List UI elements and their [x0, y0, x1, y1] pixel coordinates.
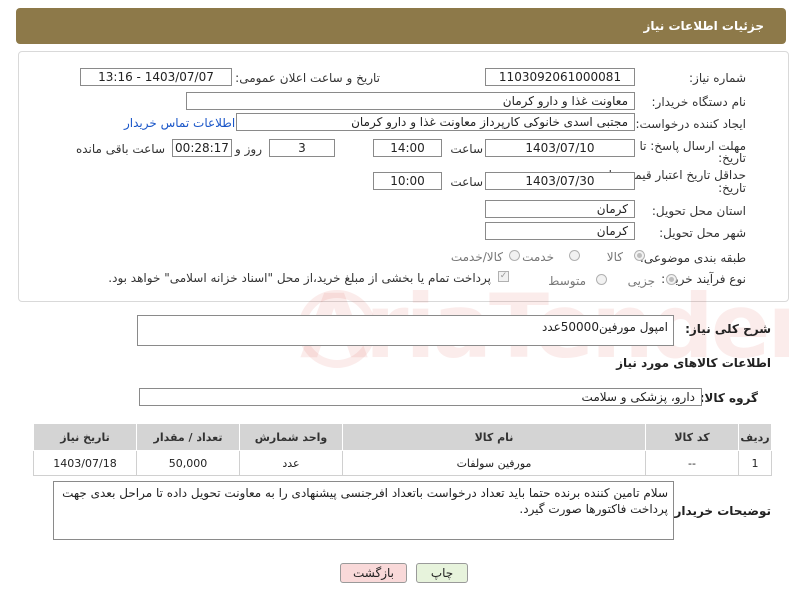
goods-group-field[interactable]: دارو، پزشکی و سلامت — [139, 388, 702, 406]
goods-group-label: گروه کالا: — [699, 391, 758, 405]
city-label: شهر محل تحویل: — [659, 226, 746, 240]
cell-row: 1 — [738, 450, 772, 476]
cell-unit: عدد — [239, 450, 343, 476]
category-both-label: کالا/خدمت — [450, 250, 503, 264]
category-goods-label: کالا — [606, 250, 623, 264]
treasury-payment-note: پرداخت تمام یا بخشی از مبلغ خرید،از محل … — [108, 271, 491, 285]
price-validity-date-field[interactable]: 1403/07/30 — [485, 172, 635, 190]
col-row: ردیف — [738, 423, 772, 451]
buyer-org-label: نام دستگاه خریدار: — [651, 95, 747, 109]
print-button[interactable]: چاپ — [416, 563, 468, 583]
reply-time-field[interactable]: 14:00 — [373, 139, 442, 157]
category-goods-radio[interactable] — [634, 250, 645, 261]
remaining-time-field[interactable]: 00:28:17 — [172, 139, 232, 157]
summary-field[interactable]: امپول مورفین50000عدد — [137, 315, 674, 346]
process-medium-radio[interactable] — [596, 274, 607, 285]
goods-table: ردیف کد کالا نام کالا واحد شمارش تعداد /… — [33, 423, 772, 476]
province-field[interactable]: کرمان — [485, 200, 635, 218]
price-validity-time-field[interactable]: 10:00 — [373, 172, 442, 190]
city-field[interactable]: کرمان — [485, 222, 635, 240]
cell-name: مورفین سولفات — [342, 450, 646, 476]
price-validity-time-label: ساعت — [450, 175, 483, 189]
category-both-radio[interactable] — [509, 250, 520, 261]
need-number-label: شماره نیاز: — [689, 71, 746, 85]
creator-field[interactable]: مجتبی اسدی خانوکی کارپرداز معاونت غذا و … — [236, 113, 635, 131]
process-medium-label: متوسط — [548, 274, 586, 288]
remaining-label: ساعت باقی مانده — [75, 142, 165, 156]
col-name: نام کالا — [342, 423, 646, 451]
buyer-notes-field[interactable]: سلام تامین کننده برنده حتما باید تعداد د… — [53, 481, 674, 540]
page-title: جزئیات اطلاعات نیاز — [643, 19, 764, 33]
reply-deadline-label-2: تاریخ: — [718, 151, 746, 165]
process-minor-label: جزیی — [627, 274, 655, 288]
days-label: روز و — [235, 142, 262, 156]
buyer-notes-label: توضیحات خریدار: — [669, 504, 771, 518]
cell-code: -- — [645, 450, 739, 476]
cell-date: 1403/07/18 — [33, 450, 137, 476]
col-qty: تعداد / مقدار — [136, 423, 240, 451]
table-row: 1 -- مورفین سولفات عدد 50,000 1403/07/18 — [33, 450, 772, 476]
category-label: طبقه بندی موضوعی: — [639, 251, 746, 265]
reply-days-field[interactable]: 3 — [269, 139, 335, 157]
buyer-org-field[interactable]: معاونت غذا و دارو کرمان — [186, 92, 635, 110]
treasury-payment-checkbox[interactable]: ✓ — [498, 271, 509, 282]
col-unit: واحد شمارش — [239, 423, 343, 451]
process-minor-radio[interactable] — [666, 274, 677, 285]
announce-field[interactable]: 1403/07/07 - 13:16 — [80, 68, 232, 86]
category-service-radio[interactable] — [569, 250, 580, 261]
col-date: تاریخ نیاز — [33, 423, 137, 451]
need-number-field[interactable]: 1103092061000081 — [485, 68, 635, 86]
col-code: کد کالا — [645, 423, 739, 451]
reply-date-field[interactable]: 1403/07/10 — [485, 139, 635, 157]
province-label: استان محل تحویل: — [651, 204, 746, 218]
goods-info-title: اطلاعات کالاهای مورد نیاز — [616, 356, 771, 370]
summary-label: شرح کلی نیاز: — [685, 322, 771, 336]
page-header: جزئیات اطلاعات نیاز — [16, 8, 786, 44]
back-button[interactable]: بازگشت — [340, 563, 407, 583]
reply-time-label: ساعت — [450, 142, 483, 156]
category-service-label: خدمت — [522, 250, 554, 264]
price-validity-label-2: تاریخ: — [718, 181, 746, 195]
buyer-contact-link[interactable]: اطلاعات تماس خریدار — [124, 116, 235, 130]
creator-label: ایجاد کننده درخواست: — [635, 117, 746, 131]
announce-label: تاریخ و ساعت اعلان عمومی: — [235, 71, 380, 85]
cell-qty: 50,000 — [136, 450, 240, 476]
